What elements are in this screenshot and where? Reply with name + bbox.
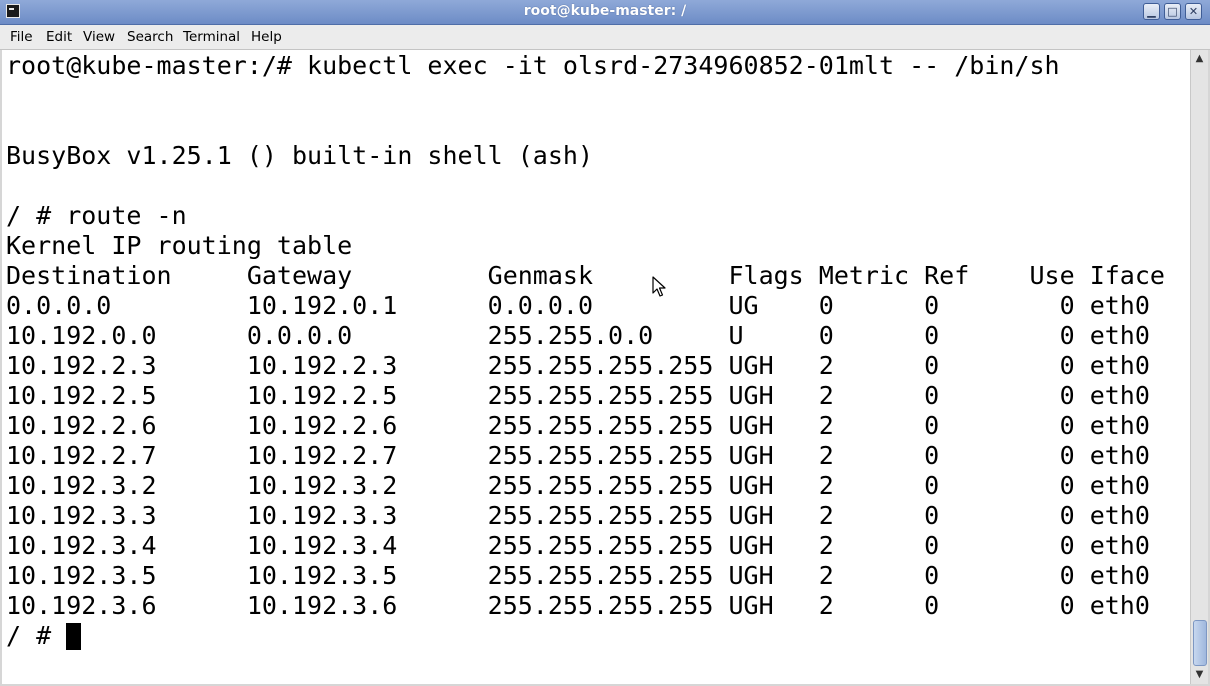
scroll-down-icon[interactable]: ▼ — [1191, 667, 1208, 683]
scrollbar-thumb[interactable] — [1193, 620, 1207, 666]
menu-help[interactable]: Help — [251, 29, 282, 45]
route-table-row: 10.192.2.6 10.192.2.6 255.255.255.255 UG… — [6, 411, 1150, 440]
terminal-text: root@kube-master:/# kubectl exec -it ols… — [6, 51, 1165, 651]
route-table-row: 10.192.3.3 10.192.3.3 255.255.255.255 UG… — [6, 501, 1150, 530]
terminal-line: BusyBox v1.25.1 () built-in shell (ash) — [6, 141, 593, 170]
route-table-row: 10.192.0.0 0.0.0.0 255.255.0.0 U 0 0 0 e… — [6, 321, 1150, 350]
route-table-row: 10.192.2.5 10.192.2.5 255.255.255.255 UG… — [6, 381, 1150, 410]
title-bar[interactable]: root@kube-master: / ▁ □ ✕ — [0, 0, 1210, 25]
terminal-line: / # route -n — [6, 201, 187, 230]
route-table-row: 10.192.3.5 10.192.3.5 255.255.255.255 UG… — [6, 561, 1150, 590]
vertical-scrollbar[interactable]: ▲ ▼ — [1190, 50, 1208, 684]
menu-file[interactable]: File — [10, 29, 33, 45]
window-title: root@kube-master: / — [523, 3, 687, 19]
menu-terminal[interactable]: Terminal — [183, 29, 240, 45]
close-icon: ✕ — [1188, 5, 1199, 18]
route-table-row: 10.192.3.2 10.192.3.2 255.255.255.255 UG… — [6, 471, 1150, 500]
text-cursor — [66, 623, 82, 650]
shell-prompt: / # — [6, 621, 67, 650]
maximize-button[interactable]: □ — [1164, 3, 1181, 20]
menu-search[interactable]: Search — [127, 29, 173, 45]
minimize-icon: ▁ — [1147, 5, 1156, 18]
minimize-button[interactable]: ▁ — [1143, 3, 1160, 20]
route-table-row: 10.192.2.7 10.192.2.7 255.255.255.255 UG… — [6, 441, 1150, 470]
close-button[interactable]: ✕ — [1185, 3, 1202, 20]
terminal-line: Kernel IP routing table — [6, 231, 353, 260]
terminal-line: root@kube-master:/# kubectl exec -it ols… — [6, 51, 1060, 80]
route-table-header: Destination Gateway Genmask Flags Metric… — [6, 261, 1165, 290]
route-table-row: 10.192.3.4 10.192.3.4 255.255.255.255 UG… — [6, 531, 1150, 560]
maximize-icon: □ — [1167, 5, 1178, 18]
terminal-output[interactable]: root@kube-master:/# kubectl exec -it ols… — [2, 50, 1190, 684]
menu-view[interactable]: View — [83, 29, 115, 45]
mouse-pointer-icon — [652, 276, 666, 297]
route-table-row: 10.192.3.6 10.192.3.6 255.255.255.255 UG… — [6, 591, 1150, 620]
menu-edit[interactable]: Edit — [46, 29, 72, 45]
route-table-row: 10.192.2.3 10.192.2.3 255.255.255.255 UG… — [6, 351, 1150, 380]
route-table-row: 0.0.0.0 10.192.0.1 0.0.0.0 UG 0 0 0 eth0 — [6, 291, 1150, 320]
menu-bar: File Edit View Search Terminal Help — [0, 25, 1210, 50]
scroll-up-icon[interactable]: ▲ — [1191, 51, 1208, 67]
